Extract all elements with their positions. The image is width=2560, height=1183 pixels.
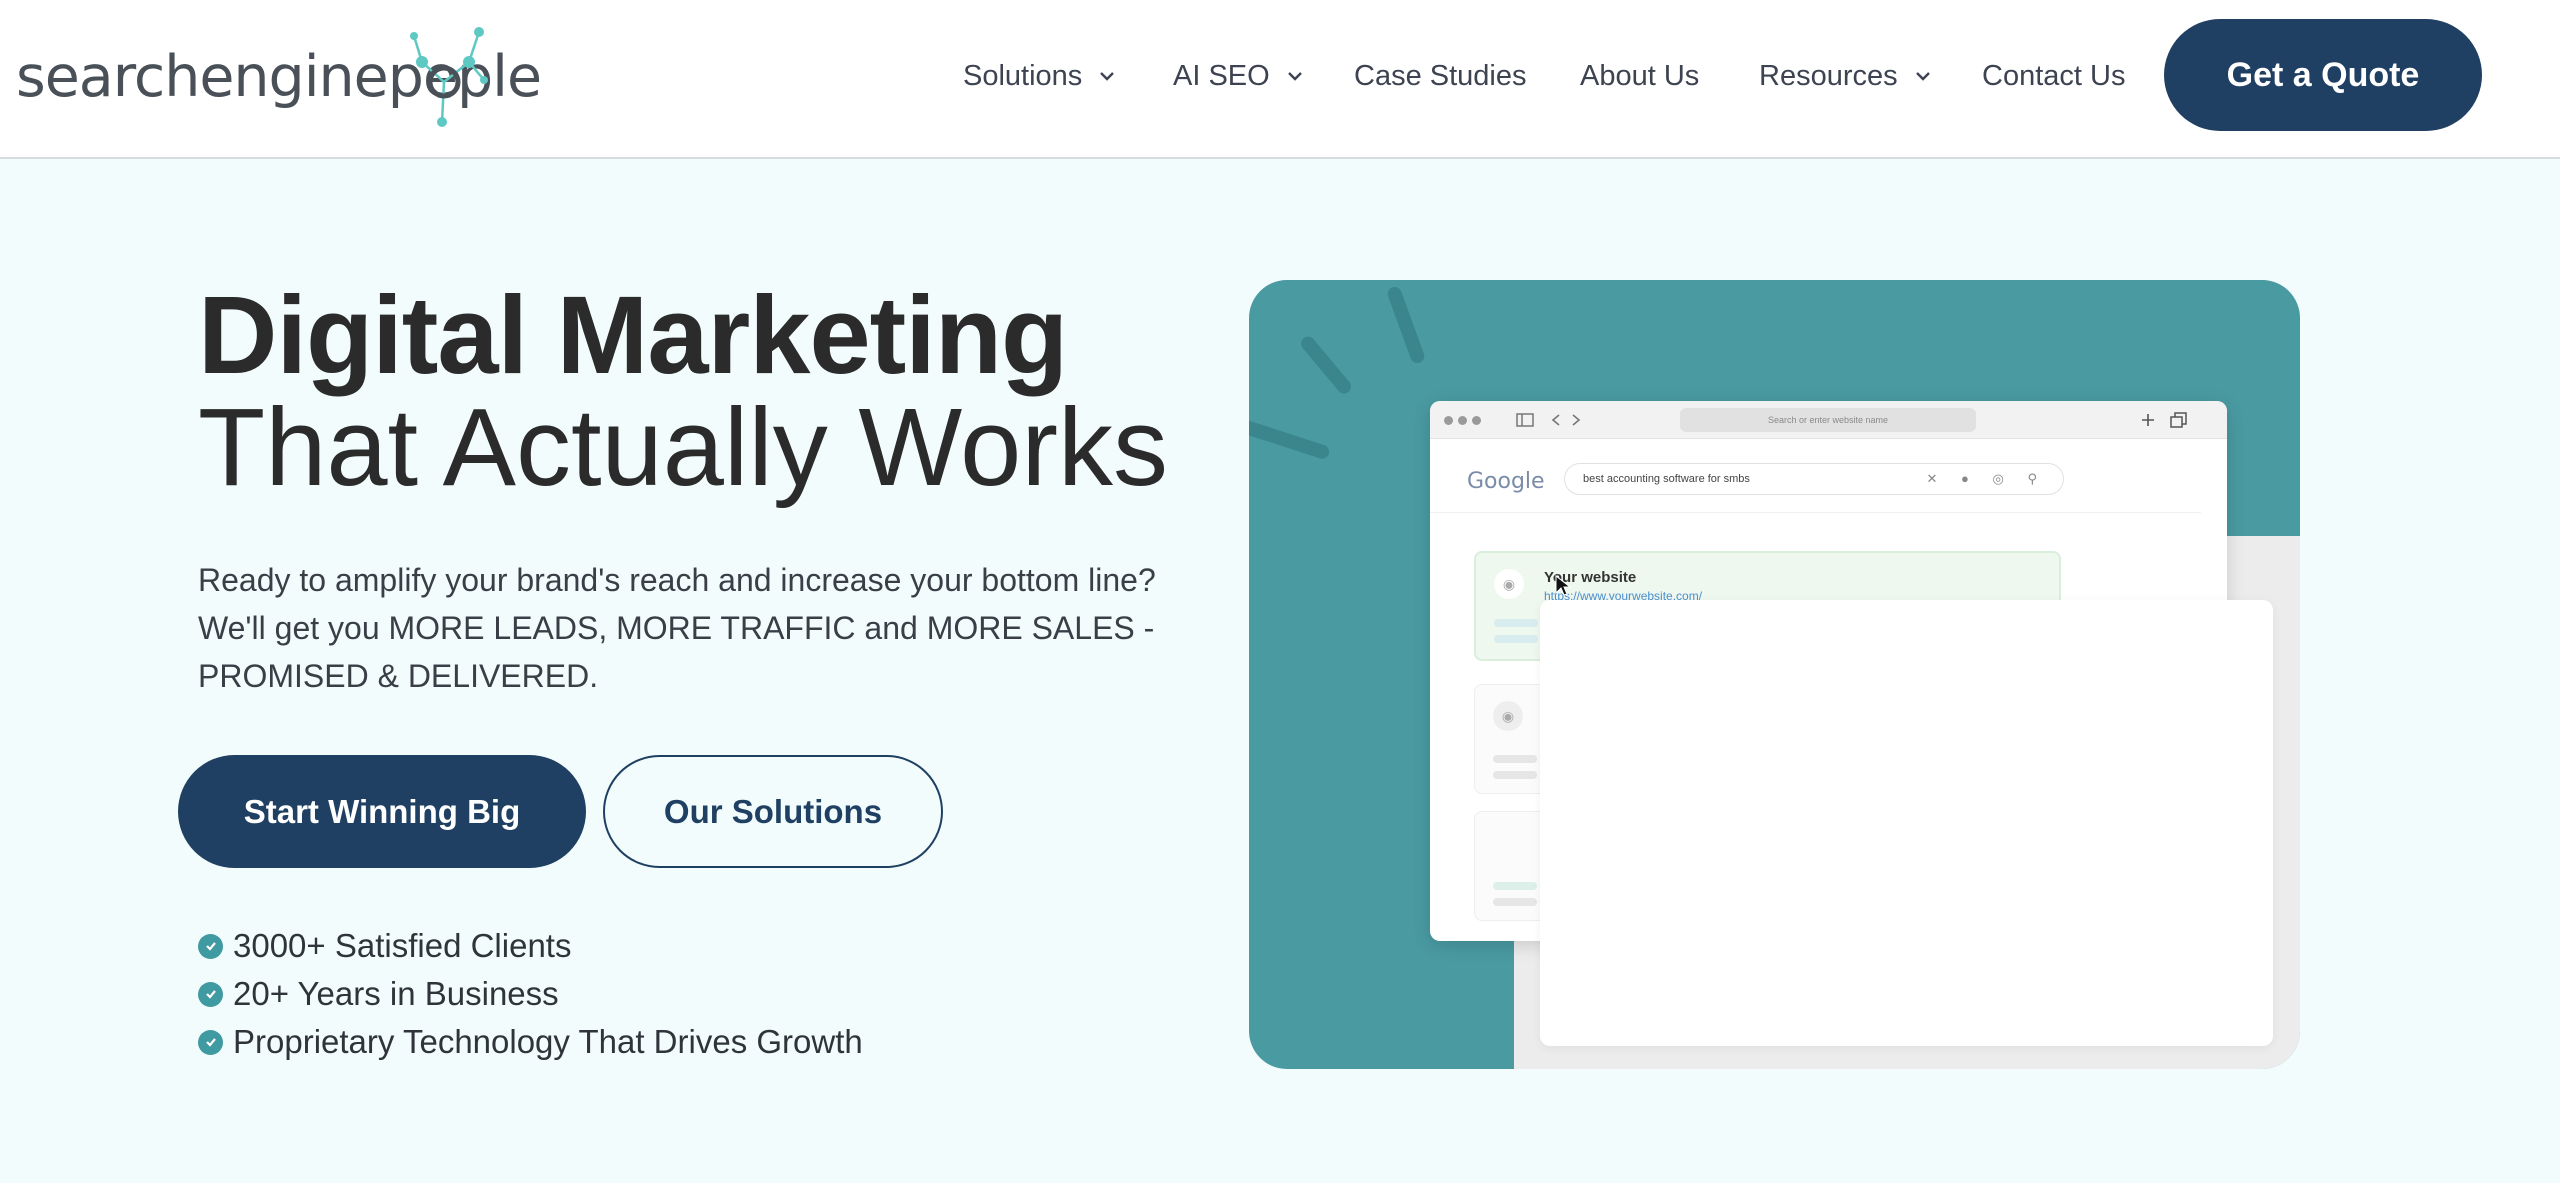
site-header: searchenginepeple Solutions AI SEO Case … <box>0 0 2560 159</box>
globe-icon: ◉ <box>1494 569 1524 599</box>
browser-toolbar: Search or enter website name <box>1430 401 2227 439</box>
nav-case-studies[interactable]: Case Studies <box>1354 54 1527 98</box>
list-item: Proprietary Technology That Drives Growt… <box>198 1018 1098 1066</box>
list-item: 20+ Years in Business <box>198 970 1098 1018</box>
skeleton-line <box>1493 771 1537 779</box>
decorative-ray <box>1298 333 1354 397</box>
nav-ai-seo[interactable]: AI SEO <box>1173 54 1306 98</box>
sidebar-icon <box>1516 413 1534 427</box>
search-box: best accounting software for smbs ✕ ● ◎ … <box>1564 463 2064 495</box>
decorative-ray <box>1249 419 1331 461</box>
nav-resources[interactable]: Resources <box>1759 54 1934 98</box>
window-dot <box>1444 416 1453 425</box>
molecule-icon <box>410 27 488 127</box>
nav-about-us[interactable]: About Us <box>1580 54 1699 98</box>
nav-contact-us[interactable]: Contact Us <box>1982 54 2125 98</box>
skeleton-line <box>1493 882 1537 890</box>
skeleton-line <box>1494 619 1538 627</box>
nav-solutions[interactable]: Solutions <box>963 54 1118 98</box>
overlay-panel <box>1540 600 2273 1046</box>
globe-icon: ◉ <box>1493 701 1523 731</box>
forward-icon <box>1572 414 1581 426</box>
decorative-ray <box>1385 285 1427 365</box>
site-logo[interactable]: searchenginepeple <box>16 22 542 132</box>
url-bar: Search or enter website name <box>1680 408 1976 432</box>
hero-title: Digital Marketing That Actually Works <box>198 280 1248 504</box>
skeleton-line <box>1493 755 1537 763</box>
skeleton-line <box>1493 898 1537 906</box>
get-a-quote-button[interactable]: Get a Quote <box>2164 19 2482 131</box>
skeleton-line <box>1494 635 1538 643</box>
check-icon <box>198 981 223 1007</box>
hero-illustration: Search or enter website name Google best… <box>1249 280 2300 1069</box>
window-dot <box>1458 416 1467 425</box>
plus-icon <box>2142 414 2154 426</box>
check-icon <box>198 933 223 959</box>
search-box-icons: ✕ ● ◎ ⚲ <box>1926 471 2047 486</box>
chevron-down-icon <box>1915 72 1930 81</box>
search-header: Google best accounting software for smbs… <box>1430 453 2201 513</box>
hero-subtitle: Ready to amplify your brand's reach and … <box>198 562 1156 694</box>
window-dot <box>1472 416 1481 425</box>
chevron-down-icon <box>1287 72 1302 81</box>
check-icon <box>198 1029 223 1055</box>
tabs-icon <box>2170 412 2187 428</box>
start-winning-big-button[interactable]: Start Winning Big <box>178 755 586 868</box>
google-logo: Google <box>1467 469 1545 494</box>
our-solutions-button[interactable]: Our Solutions <box>603 755 943 868</box>
list-item: 3000+ Satisfied Clients <box>198 922 1098 970</box>
hero-title-line2: That Actually Works <box>198 386 1168 509</box>
trust-bullets: 3000+ Satisfied Clients 20+ Years in Bus… <box>198 922 1098 1066</box>
back-icon <box>1551 414 1560 426</box>
cursor-icon <box>1555 575 1572 596</box>
hero-title-line1: Digital Marketing <box>198 274 1068 397</box>
chevron-down-icon <box>1100 72 1115 81</box>
